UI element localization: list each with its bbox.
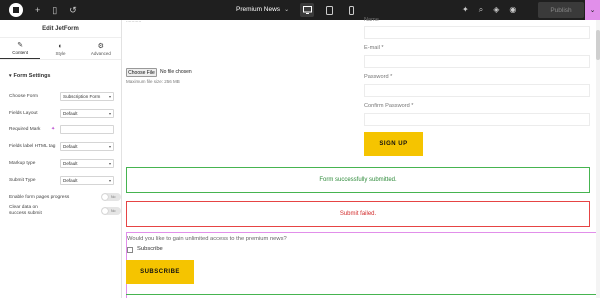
control-choose-form: Choose Form Subscription Form ▾ xyxy=(9,91,117,101)
password-label: Password * xyxy=(364,74,393,80)
scrollbar-thumb[interactable] xyxy=(596,30,600,60)
email-field[interactable] xyxy=(364,55,590,68)
toggle-text: No xyxy=(111,195,116,199)
gear-icon: ⚙ xyxy=(97,42,104,50)
tab-content[interactable]: ✎ Content xyxy=(0,38,41,59)
tab-label: Style xyxy=(55,50,66,56)
canvas-scrollbar[interactable] xyxy=(596,20,600,298)
subscribe-button[interactable]: SUBSCRIBE xyxy=(126,260,194,284)
password-field[interactable] xyxy=(364,84,590,97)
tablet-icon[interactable] xyxy=(322,3,336,17)
control-submit-type: Submit Type Default ▾ xyxy=(9,175,117,185)
clear-data-toggle[interactable]: No xyxy=(101,207,121,215)
chevron-down-icon: ⌄ xyxy=(284,7,290,13)
device-switcher xyxy=(300,3,358,17)
toggle-knob xyxy=(102,208,108,214)
panel-tabs: ✎ Content ◐ Style ⚙ Advanced xyxy=(0,38,121,60)
fields-layout-select[interactable]: Default ▾ xyxy=(60,108,114,118)
top-bar: + ▯ ↺ Premium News ⌄ ✦ ⌕ ◈ ◉ Publish ⌄ xyxy=(0,0,600,20)
chevron-down-icon: ▾ xyxy=(108,177,111,183)
history-icon[interactable]: ↺ xyxy=(69,0,77,20)
name-label: Name xyxy=(364,17,379,23)
page-title: Premium News xyxy=(236,6,281,13)
premium-question: Would you like to gain unlimited access … xyxy=(127,236,287,242)
mobile-icon[interactable] xyxy=(344,3,358,17)
control-clear-data: Clear data on success submit No xyxy=(9,205,121,219)
control-markup-type: Markup type Default ▾ xyxy=(9,158,117,168)
page-title-dropdown[interactable]: Premium News ⌄ xyxy=(236,0,289,20)
chevron-down-icon: ▾ xyxy=(108,93,111,99)
preview-eye-icon[interactable]: ◉ xyxy=(509,0,516,20)
fields-label-tag-select[interactable]: Default ▾ xyxy=(60,141,114,151)
success-border-strip xyxy=(126,294,596,298)
select-value: Default xyxy=(63,143,78,149)
chevron-down-icon: ▾ xyxy=(108,160,111,166)
chevron-down-icon: ▾ xyxy=(108,110,111,116)
chevron-down-icon: ▾ xyxy=(108,143,111,149)
confirm-password-field[interactable] xyxy=(364,113,590,126)
page-settings-icon[interactable]: ▯ xyxy=(52,0,57,20)
email-label: E-mail * xyxy=(364,45,384,51)
select-value: Default xyxy=(63,177,78,183)
toggle-knob xyxy=(102,194,108,200)
section-title: Form Settings xyxy=(13,73,51,79)
section-form-settings[interactable]: ▾ Form Settings xyxy=(0,60,121,79)
control-fields-label-tag: Fields label HTML tag Default ▾ xyxy=(9,141,117,151)
topbar-right-actions: ✦ ⌕ ◈ ◉ xyxy=(462,0,516,20)
select-value: Subscription Form xyxy=(63,93,101,99)
select-value: Default xyxy=(63,110,78,116)
control-enable-progress: Enable form pages progress No xyxy=(9,192,121,202)
caret-down-icon: ▾ xyxy=(9,73,12,79)
sign-up-button[interactable]: SIGN UP xyxy=(364,132,423,156)
error-message: Submit failed. xyxy=(126,201,590,227)
choose-file-button[interactable]: Choose File xyxy=(126,68,157,77)
file-status: No file chosen xyxy=(160,69,192,75)
ai-sparkle-icon[interactable]: ✦ xyxy=(462,0,469,20)
ai-sparkle-icon[interactable]: ✦ xyxy=(51,126,55,132)
submit-type-select[interactable]: Default ▾ xyxy=(60,175,114,185)
confirm-password-label: Confirm Password * xyxy=(364,103,414,109)
half-circle-icon: ◐ xyxy=(58,42,63,50)
panel-title: Edit JetForm xyxy=(0,20,121,38)
subscribe-checkbox-label: Subscribe xyxy=(137,246,163,252)
layers-icon[interactable]: ◈ xyxy=(493,0,499,20)
name-field[interactable] xyxy=(364,26,590,39)
desktop-icon[interactable] xyxy=(300,3,314,17)
search-icon[interactable]: ⌕ xyxy=(479,0,483,20)
required-mark-input[interactable] xyxy=(60,124,114,134)
plus-icon[interactable]: + xyxy=(35,0,40,20)
subscribe-checkbox[interactable] xyxy=(127,247,133,253)
max-file-size: Maximum file size: 256 MB xyxy=(126,79,180,84)
enable-progress-toggle[interactable]: No xyxy=(101,193,121,201)
tab-label: Advanced xyxy=(90,50,111,56)
publish-options-icon[interactable]: ⌄ xyxy=(585,0,600,20)
choose-form-select[interactable]: Subscription Form ▾ xyxy=(60,91,114,101)
pencil-icon: ✎ xyxy=(17,42,24,49)
control-fields-layout: Fields Layout Default ▾ xyxy=(9,108,117,118)
tab-style[interactable]: ◐ Style xyxy=(40,38,80,59)
select-value: Default xyxy=(63,160,78,166)
tab-label: Content xyxy=(12,50,29,55)
control-label: Clear data on success submit xyxy=(9,205,42,216)
success-message: Form successfully submitted. xyxy=(126,167,590,193)
markup-type-select[interactable]: Default ▾ xyxy=(60,158,114,168)
publish-button[interactable]: Publish xyxy=(538,2,584,18)
truncated-text: ........... xyxy=(126,18,142,24)
tab-advanced[interactable]: ⚙ Advanced xyxy=(81,38,121,59)
toggle-text: No xyxy=(111,209,116,213)
control-required-mark: Required Mark ✦ xyxy=(9,124,117,134)
elementor-logo-icon[interactable] xyxy=(9,3,23,17)
